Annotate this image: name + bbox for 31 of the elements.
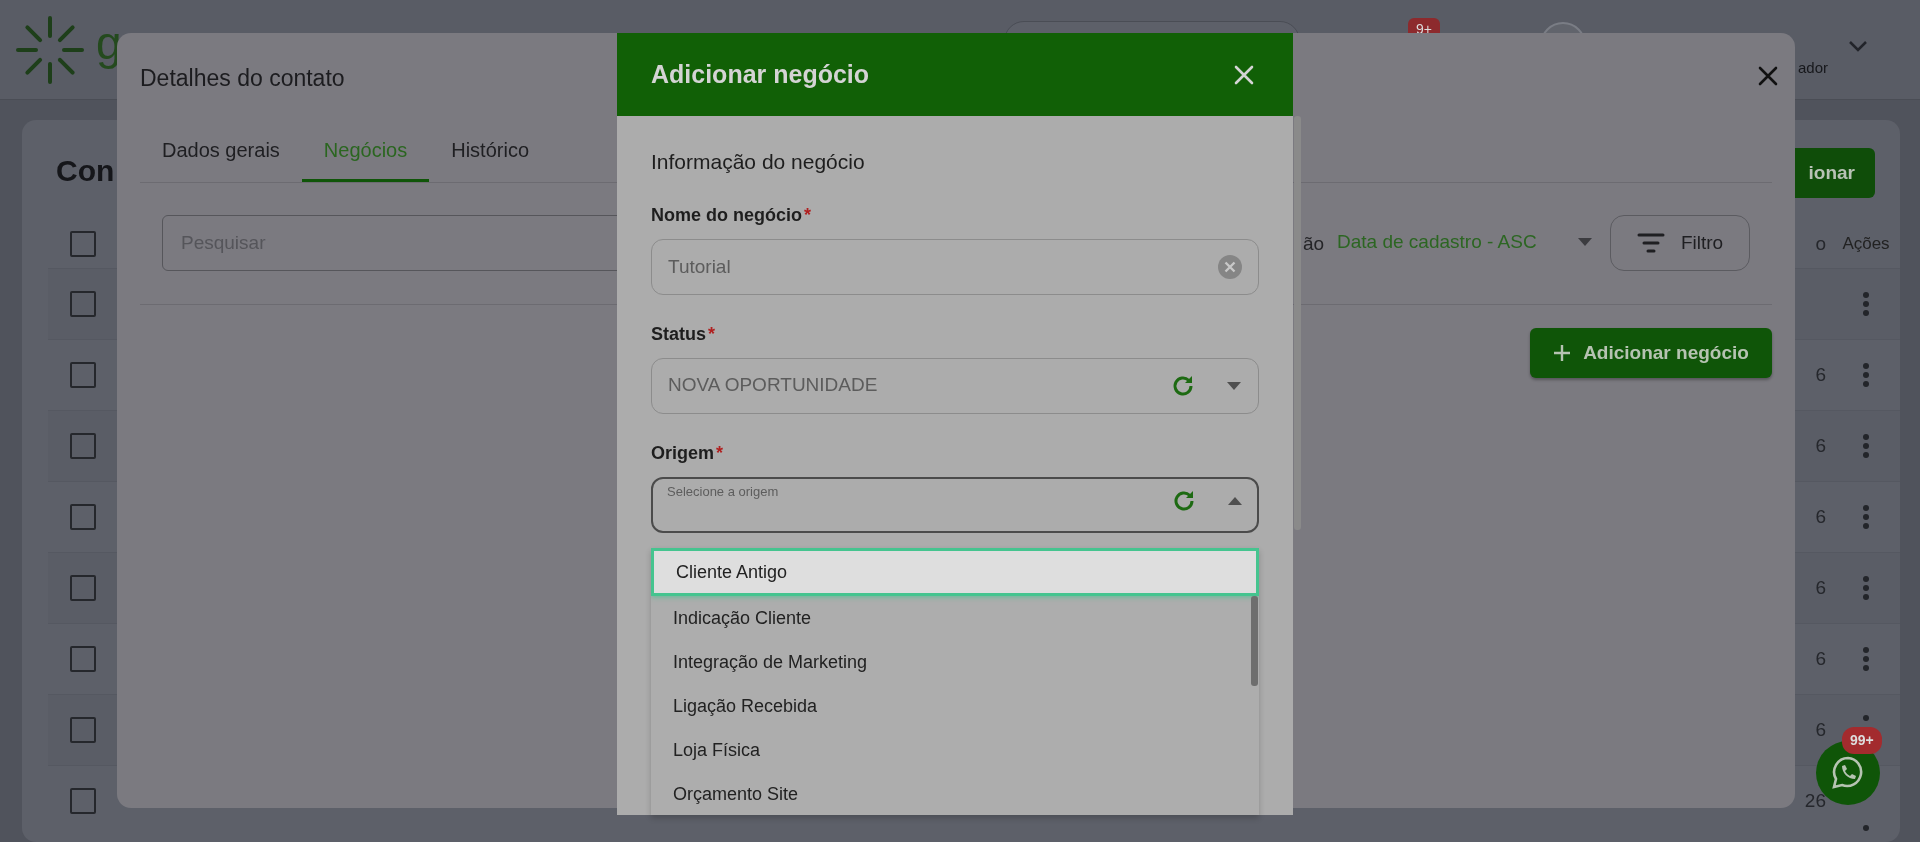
modal-title: Adicionar negócio: [651, 58, 870, 90]
tab[interactable]: Dados gerais: [140, 123, 302, 182]
modal-title: Detalhes do contato: [140, 64, 345, 93]
dropdown-option[interactable]: Cliente Antigo: [651, 548, 1259, 596]
page-title: Con: [56, 156, 115, 186]
text-input-field[interactable]: Tutorial: [651, 238, 1259, 295]
column-header: o: [1814, 231, 1827, 256]
sort-label: ão: [1303, 232, 1325, 256]
field-label: Status*: [651, 322, 717, 346]
select-field[interactable]: NOVA OPORTUNIDADE: [651, 357, 1259, 414]
notification-badge: 99+: [1842, 727, 1882, 754]
table-cell-text: 6: [1814, 575, 1827, 600]
select-field[interactable]: Selecione a origem: [651, 476, 1259, 533]
column-header: Ações: [1841, 233, 1891, 256]
table-cell-text: 6: [1814, 362, 1827, 387]
table-cell-text: 6: [1814, 504, 1827, 529]
user-role: ador: [1798, 58, 1829, 78]
field-label: Origem*: [651, 441, 725, 465]
dropdown-option[interactable]: Indicação Cliente: [651, 596, 1259, 640]
add-deal-button[interactable]: Adicionar negócio: [1530, 328, 1772, 378]
table-cell-text: 6: [1814, 646, 1827, 671]
table-cell-text: 6: [1814, 433, 1827, 458]
filter-button[interactable]: Filtro: [1610, 215, 1750, 271]
section-title: Informação do negócio: [651, 149, 866, 175]
dropdown-option[interactable]: Integração de Marketing: [651, 640, 1259, 684]
table-cell-text: 26: [1803, 788, 1827, 813]
table-cell-text: 6: [1814, 717, 1827, 742]
dropdown-option[interactable]: Loja Física: [651, 728, 1259, 772]
tab[interactable]: Histórico: [429, 123, 552, 182]
dropdown-option[interactable]: Ligação Recebida: [651, 684, 1259, 728]
dropdown-option[interactable]: Orçamento Site: [651, 772, 1259, 815]
